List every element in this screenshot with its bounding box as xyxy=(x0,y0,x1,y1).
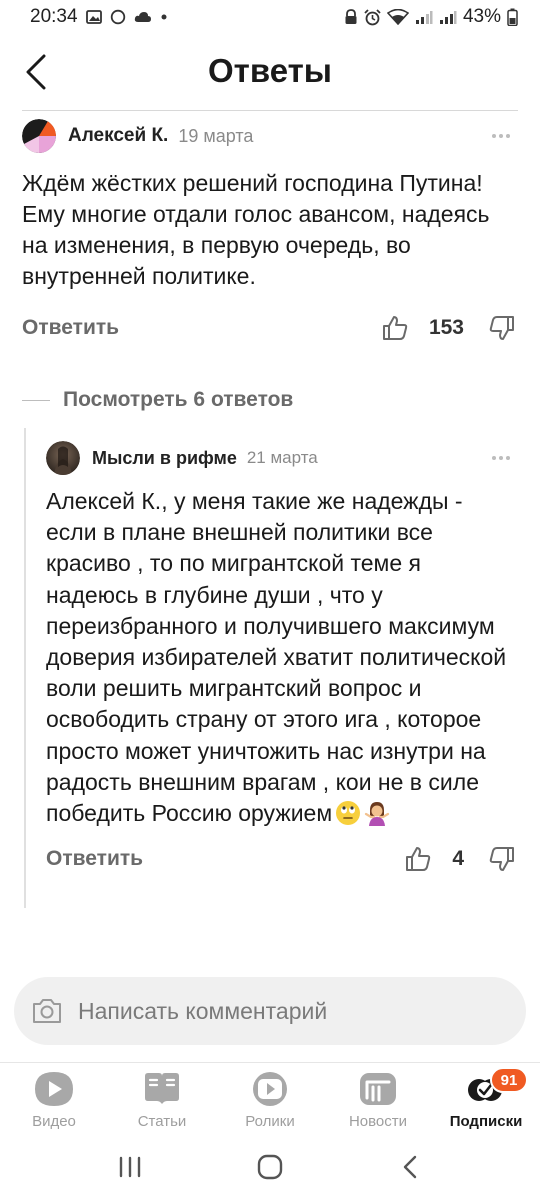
dislike-button[interactable] xyxy=(486,312,518,344)
nav-label: Видео xyxy=(32,1113,76,1130)
wifi-icon xyxy=(386,9,409,25)
video-icon xyxy=(32,1069,76,1109)
comment-actions: Ответить 153 xyxy=(22,306,518,350)
reply-button[interactable]: Ответить xyxy=(46,847,143,871)
comment-author[interactable]: Мысли в рифме xyxy=(92,448,237,469)
page-title: Ответы xyxy=(208,52,332,89)
rolling-eyes-emoji-icon xyxy=(335,800,361,826)
woman-shrugging-emoji-icon xyxy=(364,800,390,827)
system-nav-bar xyxy=(0,1134,540,1200)
more-options-button[interactable] xyxy=(486,124,516,148)
rating: 4 xyxy=(402,841,518,877)
system-back-button[interactable] xyxy=(380,1145,440,1189)
back-icon xyxy=(403,1155,417,1179)
nav-label: Новости xyxy=(348,1113,408,1130)
header-divider xyxy=(22,110,518,111)
rating: 153 xyxy=(379,310,518,346)
divider xyxy=(22,399,50,401)
nav-label: Статьи xyxy=(137,1113,187,1130)
thumbs-down-icon xyxy=(489,316,514,340)
lock-icon xyxy=(344,9,358,25)
avatar[interactable] xyxy=(22,119,56,153)
notification-badge: 91 xyxy=(490,1067,528,1093)
like-button[interactable] xyxy=(379,312,411,344)
thumbs-down-icon xyxy=(489,847,514,872)
nav-item-video[interactable]: Видео xyxy=(0,1063,108,1134)
home-button[interactable] xyxy=(240,1145,300,1189)
nav-item-news[interactable]: Новости xyxy=(324,1063,432,1134)
like-count: 153 xyxy=(428,316,464,339)
camera-icon[interactable] xyxy=(30,996,64,1026)
thumbs-up-icon xyxy=(382,316,408,340)
reply-button[interactable]: Ответить xyxy=(22,316,119,340)
home-icon xyxy=(257,1154,283,1180)
dislike-button[interactable] xyxy=(486,843,518,875)
comment-actions: Ответить 4 xyxy=(46,837,518,881)
dot-icon xyxy=(160,13,168,21)
show-replies-label: Посмотреть 6 ответов xyxy=(63,388,294,411)
recent-apps-icon xyxy=(119,1156,141,1178)
cloud-icon xyxy=(134,11,152,23)
recent-apps-button[interactable] xyxy=(100,1145,160,1189)
header: Ответы xyxy=(0,34,540,110)
comment-text: Алексей К., у меня такие же надежды - ес… xyxy=(46,486,518,829)
comment-author[interactable]: Алексей К. xyxy=(68,125,168,147)
show-replies-button[interactable]: Посмотреть 6 ответов xyxy=(22,384,293,416)
comment-header: Мысли в рифме 21 марта xyxy=(46,438,518,478)
battery-icon xyxy=(507,8,518,26)
thumbs-up-icon xyxy=(406,847,431,872)
nav-label: Ролики xyxy=(245,1113,295,1130)
more-options-button[interactable] xyxy=(486,446,516,470)
nav-label: Подписки xyxy=(449,1113,523,1130)
status-bar: 20:34 43% xyxy=(0,0,540,34)
bottom-nav: Видео Статьи Ролики Новости Подписки 91 xyxy=(0,1062,540,1134)
comment-placeholder: Написать комментарий xyxy=(78,997,328,1024)
reply-comment: Мысли в рифме 21 марта Алексей К., у мен… xyxy=(46,438,518,881)
avatar[interactable] xyxy=(46,441,80,475)
status-time: 20:34 xyxy=(30,6,78,27)
nav-item-subscriptions[interactable]: Подписки 91 xyxy=(432,1063,540,1134)
gallery-icon xyxy=(85,10,102,24)
nav-item-shorts[interactable]: Ролики xyxy=(216,1063,324,1134)
comment-date: 19 марта xyxy=(178,125,254,146)
news-icon xyxy=(356,1069,400,1109)
like-count: 4 xyxy=(452,847,464,871)
like-button[interactable] xyxy=(402,843,434,875)
signal-icon-2 xyxy=(439,10,457,24)
circle-icon xyxy=(110,9,126,25)
comment-input[interactable]: Написать комментарий xyxy=(14,977,526,1045)
comment-text: Ждём жёстких решений господина Путина! Е… xyxy=(22,170,490,289)
comment: Алексей К. 19 марта Ждём жёстких решений… xyxy=(22,116,518,350)
battery-percent: 43% xyxy=(462,6,501,27)
nav-item-articles[interactable]: Статьи xyxy=(108,1063,216,1134)
comment-header: Алексей К. 19 марта xyxy=(22,116,518,156)
signal-icon xyxy=(415,10,433,24)
reply-text: Алексей К., у меня такие же надежды - ес… xyxy=(46,488,507,827)
alarm-icon xyxy=(364,8,381,26)
thread-line xyxy=(24,428,26,908)
comment-date: 21 марта xyxy=(246,448,318,467)
articles-icon xyxy=(140,1069,184,1109)
shorts-icon xyxy=(248,1069,292,1109)
